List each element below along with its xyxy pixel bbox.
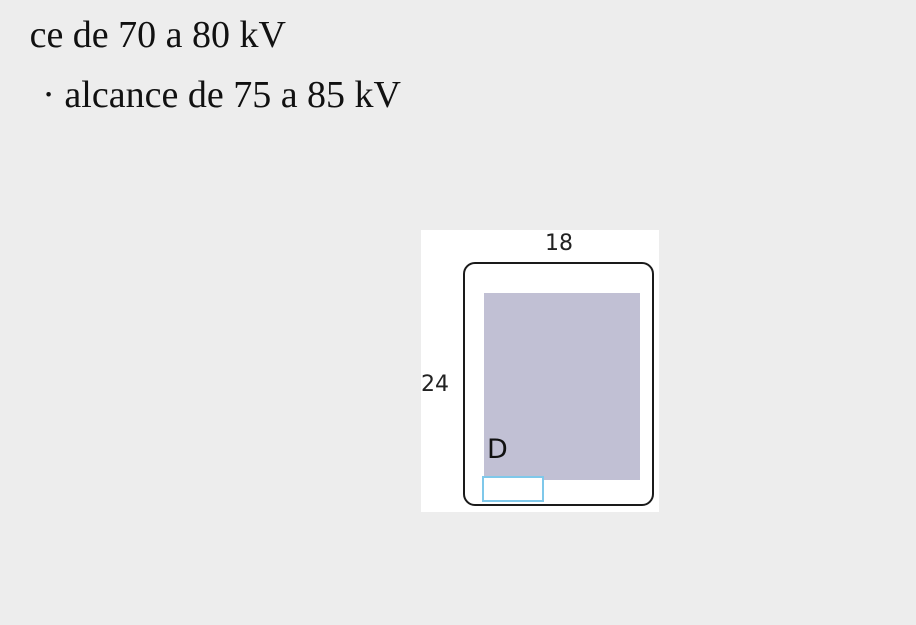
height-dimension-label: 24 bbox=[421, 372, 449, 397]
orientation-letter: D bbox=[487, 434, 508, 465]
film-size-diagram: 18 24 D bbox=[421, 230, 659, 512]
text-line-kv-range-2: · alcance de 75 a 85 kV bbox=[42, 74, 401, 116]
width-dimension-label: 18 bbox=[545, 231, 573, 256]
film-frame-outline: D bbox=[463, 262, 654, 506]
id-tab-box bbox=[482, 476, 544, 502]
text-line-kv-range-1: ce de 70 a 80 kV bbox=[29, 14, 286, 56]
